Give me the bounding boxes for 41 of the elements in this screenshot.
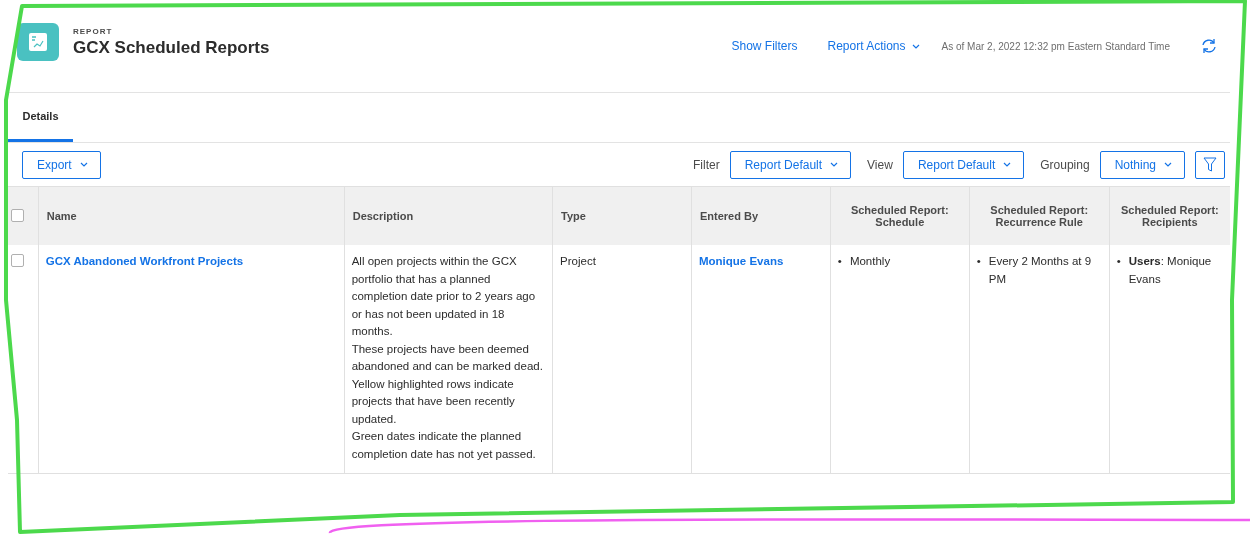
column-header[interactable]: Description — [344, 186, 553, 245]
recurrence-item: Every 2 Months at 9 PM — [988, 254, 1093, 287]
report-actions-menu[interactable]: Report Actions — [827, 39, 920, 53]
bullet: • — [976, 254, 981, 269]
show-filters-link[interactable]: Show Filters — [731, 39, 798, 53]
select-label: Filter — [693, 157, 720, 172]
column-header[interactable]: Entered By — [691, 186, 831, 245]
filter-button[interactable] — [1195, 150, 1225, 179]
bullet: • — [837, 254, 842, 269]
select-all-checkbox[interactable] — [11, 208, 24, 222]
bullet: • — [1116, 254, 1121, 269]
caret-icon — [79, 162, 88, 167]
caret-icon — [1003, 162, 1012, 167]
report-label: REPORT — [73, 27, 114, 36]
column-header[interactable]: Scheduled Report: Recurrence Rule — [969, 186, 1110, 245]
report-icon — [17, 23, 59, 61]
details-tab[interactable]: Details — [8, 93, 73, 142]
caret-icon — [1164, 162, 1172, 167]
refresh-icon[interactable] — [1200, 38, 1218, 54]
column-header[interactable]: Type — [552, 186, 692, 245]
column-header[interactable]: Scheduled Report: Recipients — [1109, 186, 1230, 245]
select-dropdown[interactable]: Report Default — [902, 150, 1025, 179]
caret-icon — [911, 43, 920, 49]
schedule-item: Monthly — [849, 254, 892, 269]
type-cell: Project — [552, 245, 692, 474]
row-checkbox[interactable] — [11, 254, 24, 267]
description-cell: All open projects within the GCX portfolio that has a planned completion date prior to 2 years ago or has not been updated in 18 months. These projects have been deemed abandoned and can be marked dead. Yellow highlighted rows indicate projects that have been recently updated. Green dates indicate the planned completion date has not yet passed. — [344, 245, 553, 474]
report-name-link[interactable]: GCX Abandoned Workfront Projects — [45, 255, 244, 267]
select-dropdown[interactable]: Report Default — [729, 150, 852, 179]
select-label: View — [867, 157, 893, 172]
select-label: Grouping — [1040, 157, 1090, 172]
report-title: GCX Scheduled Reports — [73, 38, 270, 58]
export-button[interactable]: Export — [22, 150, 101, 179]
recipients-item: Users: Monique Evans — [1128, 254, 1213, 287]
select-dropdown[interactable]: Nothing — [1099, 150, 1185, 179]
caret-icon — [830, 162, 839, 167]
timestamp: As of Mar 2, 2022 12:32 pm Eastern Standard Time — [941, 40, 1170, 52]
column-header[interactable]: Name — [38, 186, 345, 245]
funnel-icon — [1203, 156, 1217, 173]
column-header[interactable]: Scheduled Report: Schedule — [830, 186, 970, 245]
user-link[interactable]: Monique Evans — [698, 255, 784, 267]
